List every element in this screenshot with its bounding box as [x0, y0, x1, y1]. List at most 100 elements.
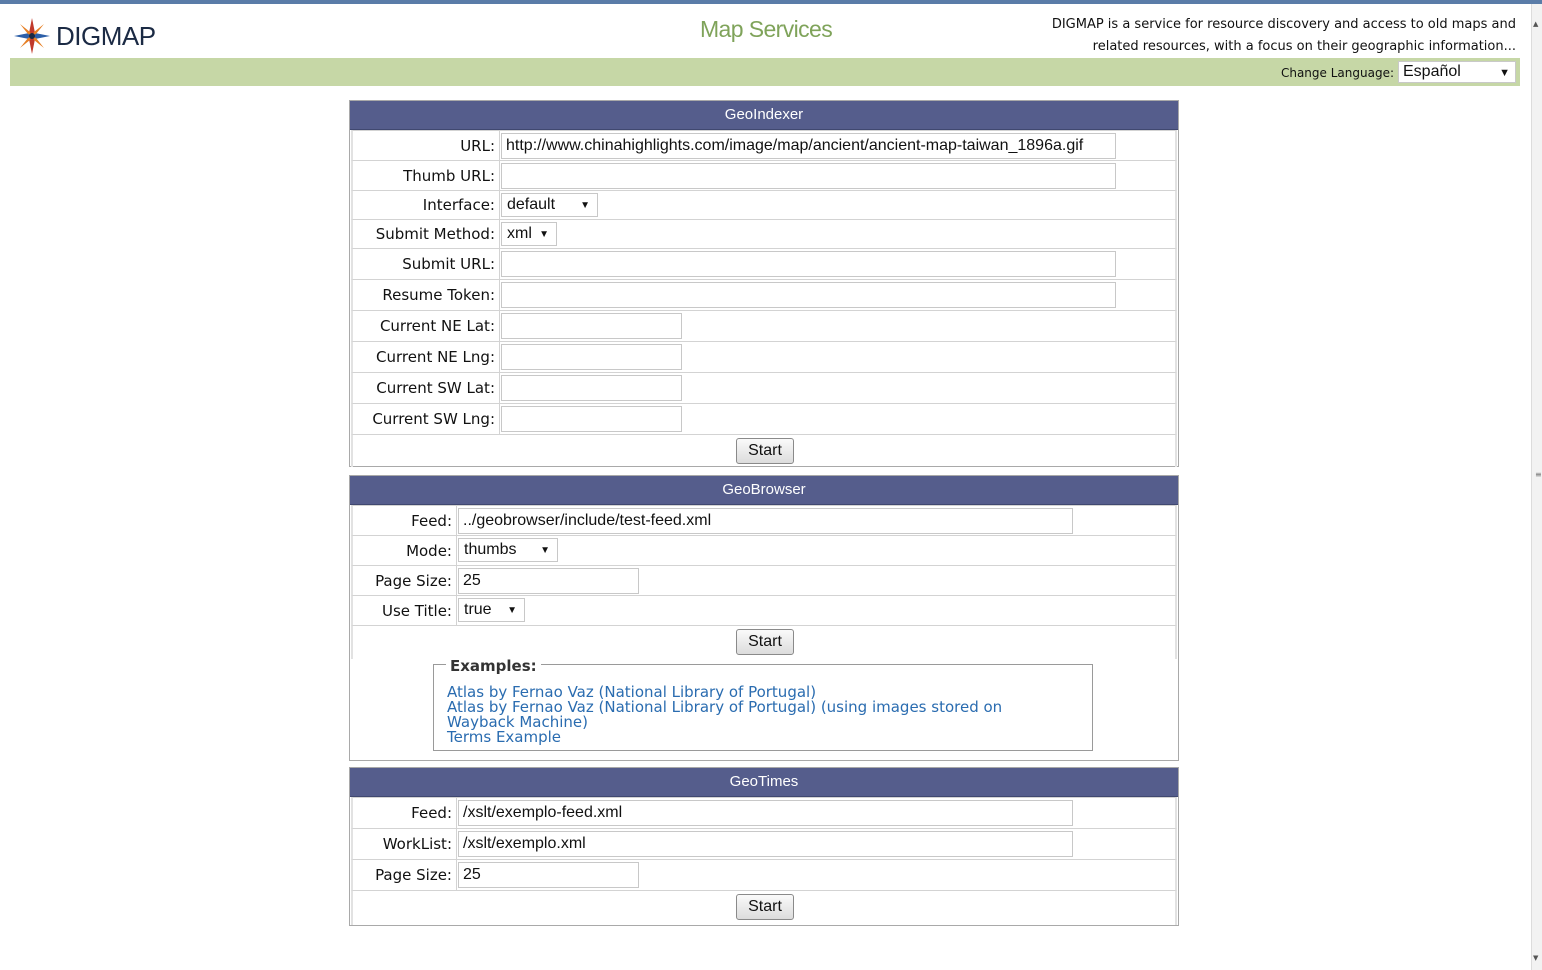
geoindexer-start-button[interactable]: Start [736, 438, 794, 464]
current-ne-lng-input[interactable] [501, 344, 682, 370]
mode-select-value: thumbs [464, 541, 517, 558]
form-row-url: URL: http://www.chinahighlights.com/imag… [351, 130, 1177, 160]
chevron-down-icon: ▼ [507, 605, 517, 616]
geoindexer-panel: GeoIndexer URL: http://www.chinahighligh… [349, 100, 1179, 467]
window-top-border [0, 0, 1542, 4]
current-ne-lat-label: Current NE Lat: [379, 317, 495, 335]
column-divider [456, 506, 457, 535]
description-line-1: DIGMAP is a service for resource discove… [1051, 17, 1516, 32]
form-row-thumb-url: Thumb URL: [351, 160, 1177, 190]
resume-token-label: Resume Token: [382, 286, 495, 304]
scroll-down-icon[interactable]: ▼ [1533, 954, 1538, 962]
current-sw-lng-label: Current SW Lng: [372, 410, 495, 428]
url-label: URL: [460, 136, 495, 155]
chevron-down-icon: ▼ [540, 545, 550, 556]
page-size-input[interactable]: 25 [458, 862, 639, 888]
form-row-page-size: Page Size: 25 [351, 565, 1177, 595]
form-row-feed: Feed: /xslt/exemplo-feed.xml [351, 797, 1177, 828]
form-row-submit-method: Submit Method: xml ▼ [351, 219, 1177, 248]
language-select[interactable]: Español ▼ [1398, 61, 1516, 83]
use-title-select[interactable]: true ▼ [458, 598, 525, 622]
geotimes-title: GeoTimes [350, 768, 1178, 797]
submit-method-select[interactable]: xml ▼ [501, 222, 557, 246]
scroll-grip-icon[interactable]: ≡ [1535, 470, 1542, 479]
example-link-terms[interactable]: Terms Example [447, 730, 1047, 745]
column-divider [499, 311, 500, 341]
site-description: DIGMAP is a service for resource discove… [996, 14, 1516, 58]
resume-token-input[interactable] [501, 282, 1116, 308]
submit-method-label: Submit Method: [375, 225, 495, 243]
geobrowser-start-button[interactable]: Start [736, 629, 794, 655]
form-row-current-sw-lng: Current SW Lng: [351, 403, 1177, 434]
current-ne-lng-label: Current NE Lng: [375, 348, 495, 366]
column-divider [456, 798, 457, 828]
geobrowser-title: GeoBrowser [350, 476, 1178, 505]
form-row-start: Start [351, 434, 1177, 467]
column-divider [499, 161, 500, 190]
worklist-input[interactable]: /xslt/exemplo.xml [458, 831, 1073, 857]
column-divider [499, 249, 500, 279]
chevron-down-icon: ▼ [1499, 67, 1510, 79]
thumb-url-input[interactable] [501, 163, 1116, 189]
page-size-label: Page Size: [375, 571, 452, 590]
column-divider [499, 191, 500, 219]
column-divider [456, 566, 457, 595]
form-row-interface: Interface: default ▼ [351, 190, 1177, 219]
logo-text: DIGMAP [56, 20, 156, 51]
current-sw-lat-input[interactable] [501, 375, 682, 401]
mode-select[interactable]: thumbs ▼ [458, 538, 558, 562]
form-row-use-title: Use Title: true ▼ [351, 595, 1177, 625]
feed-label: Feed: [411, 804, 452, 822]
column-divider [456, 596, 457, 625]
submit-method-select-value: xml [507, 225, 532, 242]
change-language-label: Change Language: [1280, 66, 1394, 80]
interface-select-value: default [507, 196, 556, 213]
compass-rose-icon [14, 18, 50, 54]
vertical-scrollbar[interactable]: ▲ ≡ ▼ [1531, 4, 1542, 970]
geotimes-panel: GeoTimes Feed: /xslt/exemplo-feed.xml Wo… [349, 767, 1179, 926]
column-divider [499, 220, 500, 248]
form-row-worklist: WorkList: /xslt/exemplo.xml [351, 828, 1177, 859]
form-row-feed: Feed: ../geobrowser/include/test-feed.xm… [351, 505, 1177, 535]
use-title-select-value: true [464, 601, 492, 618]
interface-select[interactable]: default ▼ [501, 193, 598, 217]
feed-label: Feed: [411, 511, 452, 530]
column-divider [456, 829, 457, 859]
chevron-down-icon: ▼ [580, 200, 590, 211]
form-row-mode: Mode: thumbs ▼ [351, 535, 1177, 565]
worklist-label: WorkList: [382, 835, 452, 853]
examples-legend: Examples: [446, 657, 541, 675]
geotimes-start-button[interactable]: Start [736, 894, 794, 920]
form-row-start: Start [351, 625, 1177, 659]
submit-url-input[interactable] [501, 251, 1116, 277]
form-row-page-size: Page Size: 25 [351, 859, 1177, 890]
example-link-atlas-wayback[interactable]: Atlas by Fernao Vaz (National Library of… [447, 700, 1047, 730]
current-ne-lat-input[interactable] [501, 313, 682, 339]
mode-label: Mode: [406, 541, 452, 560]
digmap-logo[interactable]: DIGMAP [12, 14, 156, 58]
column-divider [499, 373, 500, 403]
feed-input[interactable]: /xslt/exemplo-feed.xml [458, 800, 1073, 826]
current-sw-lng-input[interactable] [501, 406, 682, 432]
column-divider [499, 342, 500, 372]
url-input[interactable]: http://www.chinahighlights.com/image/map… [501, 133, 1116, 159]
language-select-value: Español [1403, 63, 1461, 80]
current-sw-lat-label: Current SW Lat: [376, 379, 495, 397]
feed-input[interactable]: ../geobrowser/include/test-feed.xml [458, 508, 1073, 534]
chevron-down-icon: ▼ [539, 229, 549, 240]
submit-url-label: Submit URL: [402, 255, 495, 273]
form-row-submit-url: Submit URL: [351, 248, 1177, 279]
column-divider [456, 536, 457, 565]
column-divider [499, 280, 500, 310]
form-row-start: Start [351, 890, 1177, 925]
column-divider [499, 404, 500, 434]
page-size-input[interactable]: 25 [458, 568, 639, 594]
column-divider [499, 131, 500, 160]
form-row-current-ne-lng: Current NE Lng: [351, 341, 1177, 372]
form-row-resume-token: Resume Token: [351, 279, 1177, 310]
interface-label: Interface: [422, 196, 495, 214]
thumb-url-label: Thumb URL: [403, 166, 495, 185]
geoindexer-title: GeoIndexer [350, 101, 1178, 130]
page-size-label: Page Size: [375, 866, 452, 884]
scroll-up-icon[interactable]: ▲ [1533, 20, 1538, 28]
